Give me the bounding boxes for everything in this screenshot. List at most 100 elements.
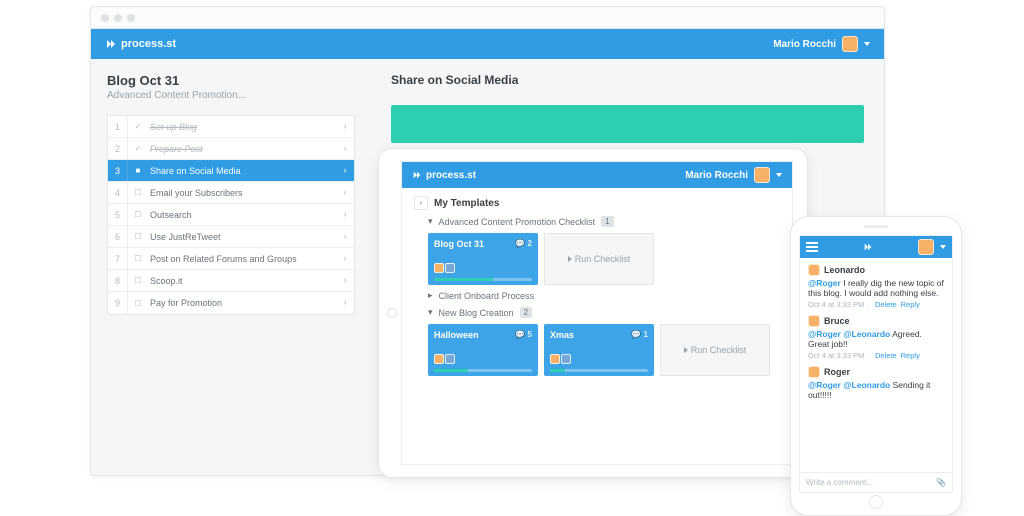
delete-link[interactable]: Delete [875, 351, 897, 360]
comment-body: @Roger I really dig the new topic of thi… [808, 278, 944, 298]
comment-body: @Roger @Leonardo Sending it out!!!!! [808, 380, 944, 400]
step-item[interactable]: 7☐Post on Related Forums and Groups› [108, 248, 354, 270]
brand-logo[interactable]: process.st [105, 38, 176, 50]
chevron-icon: › [336, 276, 354, 286]
checkbox-icon: ☐ [128, 299, 148, 308]
progress-bar [550, 369, 648, 372]
run-checklist-button[interactable]: Run Checklist [660, 324, 770, 376]
checklist-card[interactable]: Blog Oct 31💬 2 [428, 233, 538, 285]
mention[interactable]: @Roger [808, 380, 841, 390]
comment-count: 💬 5 [515, 330, 532, 339]
chevron-down-icon [776, 173, 782, 177]
run-checklist-button[interactable]: Run Checklist [544, 233, 654, 285]
step-label: Post on Related Forums and Groups [148, 254, 336, 264]
step-label: Set-up Blog [148, 122, 336, 132]
step-number: 4 [108, 182, 128, 203]
user-menu[interactable] [918, 239, 946, 255]
logo-icon[interactable] [863, 242, 873, 252]
chevron-icon: › [336, 254, 354, 264]
step-label: Outsearch [148, 210, 336, 220]
step-number: 7 [108, 248, 128, 269]
step-item[interactable]: 9☐Pay for Promotion› [108, 292, 354, 314]
group-title: New Blog Creation [439, 308, 514, 318]
step-item[interactable]: 8☐Scoop.it› [108, 270, 354, 292]
menu-icon[interactable] [806, 242, 818, 252]
checklist-subtitle: Advanced Content Promotion... [107, 90, 355, 101]
comment: Roger@Roger @Leonardo Sending it out!!!!… [808, 366, 944, 400]
step-number: 1 [108, 116, 128, 137]
assignee-avatars [550, 354, 571, 364]
chevron-icon: › [336, 298, 354, 308]
step-label: Use JustReTweet [148, 232, 336, 242]
delete-link[interactable]: Delete [875, 300, 897, 309]
avatar [808, 366, 820, 378]
run-label: Run Checklist [575, 254, 631, 264]
comment-placeholder: Write a comment... [806, 478, 873, 487]
reply-link[interactable]: Reply [901, 300, 920, 309]
attachment-icon[interactable]: 📎 [936, 478, 946, 487]
app-header [800, 236, 952, 258]
mention[interactable]: @Roger [808, 278, 841, 288]
checkbox-icon: ✓ [128, 144, 148, 153]
browser-chrome [91, 7, 884, 29]
app-header: process.st Mario Rocchi [91, 29, 884, 59]
step-item[interactable]: 5☐Outsearch› [108, 204, 354, 226]
template-group[interactable]: ▸Client Onboard Process [428, 291, 780, 301]
step-item[interactable]: 2✓Prepare Post› [108, 138, 354, 160]
step-item[interactable]: 1✓Set-up Blog› [108, 116, 354, 138]
comment: Bruce@Roger @Leonardo Agreed. Great job!… [808, 315, 944, 360]
window-dot[interactable] [114, 14, 122, 22]
comment-input[interactable]: Write a comment... 📎 [800, 472, 952, 492]
logo-icon [105, 38, 117, 50]
progress-bar [434, 369, 532, 372]
avatar [918, 239, 934, 255]
checkbox-icon: ☐ [128, 232, 148, 241]
step-number: 5 [108, 204, 128, 225]
step-item[interactable]: 6☐Use JustReTweet› [108, 226, 354, 248]
step-number: 3 [108, 160, 128, 181]
play-icon [568, 256, 572, 262]
home-button[interactable] [869, 495, 883, 509]
template-group[interactable]: ▾New Blog Creation2 [428, 307, 780, 318]
step-item[interactable]: 4☐Email your Subscribers‹ [108, 182, 354, 204]
avatar [842, 36, 858, 52]
checkbox-icon: ■ [128, 166, 148, 175]
checklist-card[interactable]: Xmas💬 1 [544, 324, 654, 376]
comment-count: 💬 1 [631, 330, 648, 339]
template-group[interactable]: ▾Advanced Content Promotion Checklist1 [428, 216, 780, 227]
user-menu[interactable]: Mario Rocchi [685, 167, 782, 183]
user-menu[interactable]: Mario Rocchi [773, 36, 870, 52]
chevron-icon: › [336, 210, 354, 220]
checklist-card[interactable]: Halloween💬 5 [428, 324, 538, 376]
reply-link[interactable]: Reply [901, 351, 920, 360]
app-header: process.st Mario Rocchi [402, 162, 792, 188]
home-button[interactable] [387, 308, 397, 318]
comments-panel: Leonardo@Roger I really dig the new topi… [800, 258, 952, 472]
mention[interactable]: @Roger [808, 329, 841, 339]
mention[interactable]: @Leonardo [843, 329, 890, 339]
window-dot[interactable] [101, 14, 109, 22]
step-label: Prepare Post [148, 144, 336, 154]
speaker [864, 225, 888, 228]
comment-meta: Oct 4 at 3:33 PM · DeleteReply [808, 300, 944, 309]
comment-author: Bruce [824, 316, 850, 326]
primary-action-button[interactable] [391, 105, 864, 143]
back-button[interactable]: ‹ [414, 196, 428, 210]
avatar [808, 315, 820, 327]
checkbox-icon: ✓ [128, 122, 148, 131]
mention[interactable]: @Leonardo [843, 380, 890, 390]
assignee-avatars [434, 354, 455, 364]
chevron-icon: ‹ [336, 188, 354, 198]
play-icon [684, 347, 688, 353]
disclosure-icon: ▾ [428, 217, 433, 227]
step-item[interactable]: 3■Share on Social Media› [108, 160, 354, 182]
logo-icon [412, 170, 422, 180]
comment-count: 💬 2 [515, 239, 532, 248]
user-name: Mario Rocchi [685, 170, 748, 181]
group-title: Client Onboard Process [439, 291, 535, 301]
window-dot[interactable] [127, 14, 135, 22]
chevron-icon: › [336, 122, 354, 132]
brand-logo[interactable]: process.st [412, 170, 476, 181]
checklist-title: Blog Oct 31 [107, 73, 355, 88]
checkbox-icon: ☐ [128, 276, 148, 285]
